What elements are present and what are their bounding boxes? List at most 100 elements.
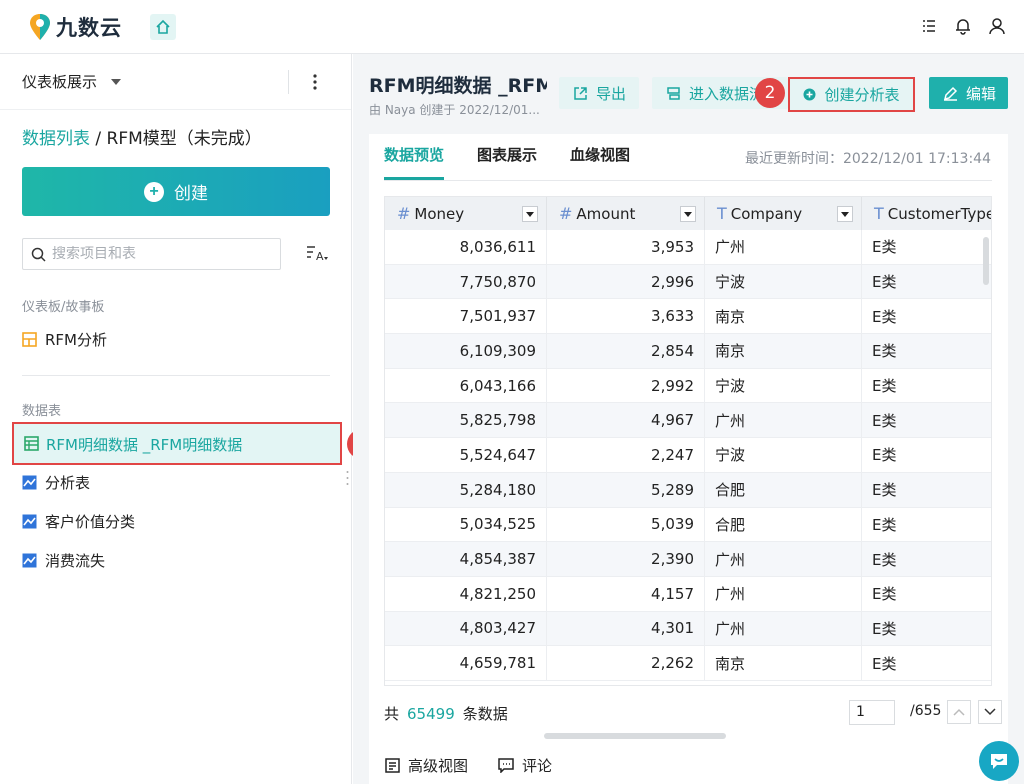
chevron-down-icon bbox=[111, 78, 122, 85]
table-cell: 广州 bbox=[705, 403, 862, 438]
export-button[interactable]: 导出 bbox=[559, 77, 639, 109]
search-input[interactable] bbox=[52, 246, 262, 262]
text-type-icon: T bbox=[717, 204, 727, 223]
enter-dataflow-label: 进入数据流 bbox=[689, 84, 765, 103]
comment-icon bbox=[498, 758, 514, 773]
table-cell: 8,036,611 bbox=[385, 230, 547, 264]
table-row[interactable]: 4,803,427 4,301 广州 E类 bbox=[385, 611, 991, 647]
horizontal-scrollbar[interactable] bbox=[544, 733, 726, 739]
breadcrumb: 数据列表 / RFM模型（未完成） bbox=[22, 124, 262, 149]
sidebar-item-rfm-analysis[interactable]: RFM分析 bbox=[22, 328, 107, 350]
prev-page-button[interactable] bbox=[947, 700, 971, 724]
tab-lineage-view[interactable]: 血缘视图 bbox=[570, 134, 630, 180]
column-header-company[interactable]: T Company bbox=[705, 197, 862, 230]
table-row[interactable]: 5,524,647 2,247 宁波 E类 bbox=[385, 438, 991, 473]
tab-data-preview[interactable]: 数据预览 bbox=[384, 134, 445, 180]
table-row[interactable]: 4,854,387 2,390 广州 E类 bbox=[385, 542, 991, 577]
table-row[interactable]: 4,821,250 4,157 广州 E类 bbox=[385, 576, 991, 612]
sidebar-item-customer-value[interactable]: 客户价值分类 bbox=[22, 510, 135, 532]
table-cell: 广州 bbox=[705, 576, 862, 611]
table-cell: 5,284,180 bbox=[385, 472, 547, 507]
analysis-icon bbox=[22, 514, 37, 528]
export-icon bbox=[574, 86, 587, 100]
analysis-icon bbox=[22, 553, 37, 567]
table-cell: E类 bbox=[862, 612, 991, 646]
top-bar: 九数云 bbox=[0, 0, 1024, 54]
dataflow-icon bbox=[667, 86, 680, 100]
dashboard-selector[interactable]: 仪表板展示 bbox=[0, 54, 351, 110]
table-cell: E类 bbox=[862, 646, 991, 680]
create-button[interactable]: + 创建 bbox=[22, 167, 330, 216]
user-icon[interactable] bbox=[988, 16, 1006, 36]
table-cell: 宁波 bbox=[705, 264, 862, 299]
table-cell: E类 bbox=[862, 438, 991, 472]
table-row[interactable]: 5,825,798 4,967 广州 E类 bbox=[385, 403, 991, 439]
column-header-customertype[interactable]: T CustomerType bbox=[862, 197, 992, 230]
column-menu-icon[interactable] bbox=[680, 206, 696, 222]
table-cell: 合肥 bbox=[705, 507, 862, 542]
table-cell: 2,854 bbox=[547, 334, 705, 368]
table-cell: 4,301 bbox=[547, 611, 705, 646]
bell-icon[interactable] bbox=[954, 16, 972, 36]
table-row[interactable]: 5,284,180 5,289 合肥 E类 bbox=[385, 472, 991, 508]
sidebar: 仪表板展示 数据列表 / RFM模型（未完成） + 创建 A 仪表板/故事板 R… bbox=[0, 54, 377, 784]
sidebar-item-churn[interactable]: 消费流失 bbox=[22, 549, 105, 571]
column-menu-icon[interactable] bbox=[522, 206, 538, 222]
table-cell: 南京 bbox=[705, 646, 862, 680]
table-row[interactable]: 7,501,937 3,633 南京 E类 bbox=[385, 299, 991, 335]
breadcrumb-separator: / bbox=[90, 129, 107, 149]
table-cell: 6,043,166 bbox=[385, 368, 547, 403]
table-cell: E类 bbox=[862, 369, 991, 403]
table-row[interactable]: 6,109,309 2,854 南京 E类 bbox=[385, 334, 991, 369]
table-row[interactable]: 8,036,611 3,953 广州 E类 bbox=[385, 230, 991, 265]
table-cell: 3,633 bbox=[547, 299, 705, 334]
create-analysis-button[interactable]: 创建分析表 bbox=[788, 77, 915, 112]
dashboard-title: 仪表板展示 bbox=[22, 73, 98, 91]
page-number-input[interactable]: 1 bbox=[849, 700, 895, 725]
column-menu-icon[interactable] bbox=[837, 206, 853, 222]
content-panel: 数据预览 图表展示 血缘视图 最近更新时间：2022/12/01 17:13:4… bbox=[369, 134, 1008, 784]
more-vertical-icon[interactable] bbox=[313, 73, 317, 91]
column-header-amount[interactable]: # Amount bbox=[547, 197, 705, 230]
export-label: 导出 bbox=[596, 84, 627, 103]
task-list-icon[interactable] bbox=[920, 16, 938, 36]
sort-icon[interactable]: A bbox=[306, 244, 328, 264]
column-name: CustomerType bbox=[887, 204, 992, 223]
sidebar-item-rfm-detail-table[interactable]: RFM明细数据 _RFM明细数据 bbox=[12, 422, 342, 465]
sidebar-item-analysis-table[interactable]: 分析表 bbox=[22, 471, 90, 493]
table-cell: 4,157 bbox=[547, 576, 705, 611]
tab-chart-view[interactable]: 图表展示 bbox=[477, 134, 537, 180]
next-page-button[interactable] bbox=[978, 700, 1002, 724]
edit-button[interactable]: 编辑 bbox=[929, 77, 1008, 109]
home-button[interactable] bbox=[150, 13, 176, 40]
main-area: RFM明细数据 _RFM明细数据 由 Naya 创建于 2022/12/01..… bbox=[353, 54, 1024, 784]
column-header-money[interactable]: # Money bbox=[385, 197, 547, 230]
breadcrumb-link[interactable]: 数据列表 bbox=[22, 129, 90, 149]
table-row[interactable]: 6,043,166 2,992 宁波 E类 bbox=[385, 368, 991, 404]
table-cell: E类 bbox=[862, 577, 991, 611]
advanced-view-button[interactable]: 高级视图 bbox=[385, 755, 468, 776]
chat-icon bbox=[991, 754, 1007, 769]
sidebar-item-label: 分析表 bbox=[45, 473, 91, 492]
table-row[interactable]: 5,034,525 5,039 合肥 E类 bbox=[385, 507, 991, 543]
table-row[interactable]: 4,659,781 2,262 南京 E类 bbox=[385, 646, 991, 681]
resize-handle-icon[interactable] bbox=[346, 470, 349, 486]
number-type-icon: # bbox=[559, 204, 573, 223]
table-cell: 5,289 bbox=[547, 472, 705, 507]
data-table: # Money # Amount T Company T CustomerTyp… bbox=[384, 196, 992, 686]
logo[interactable]: 九数云 bbox=[28, 12, 122, 42]
support-chat-button[interactable] bbox=[979, 741, 1019, 781]
table-cell: 5,524,647 bbox=[385, 438, 547, 472]
comments-button[interactable]: 评论 bbox=[498, 755, 552, 776]
table-header: # Money # Amount T Company T CustomerTyp… bbox=[385, 197, 992, 230]
search-box[interactable] bbox=[22, 238, 281, 270]
page-subtitle: 由 Naya 创建于 2022/12/01... bbox=[369, 103, 540, 117]
table-row[interactable]: 7,750,870 2,996 宁波 E类 bbox=[385, 264, 991, 300]
chevron-up-icon bbox=[953, 708, 965, 716]
sidebar-item-label: RFM分析 bbox=[45, 330, 107, 349]
table-cell: 广州 bbox=[705, 542, 862, 576]
vertical-scrollbar[interactable] bbox=[983, 237, 989, 285]
number-type-icon: # bbox=[397, 204, 411, 223]
table-icon bbox=[24, 436, 39, 451]
table-cell: 合肥 bbox=[705, 472, 862, 507]
